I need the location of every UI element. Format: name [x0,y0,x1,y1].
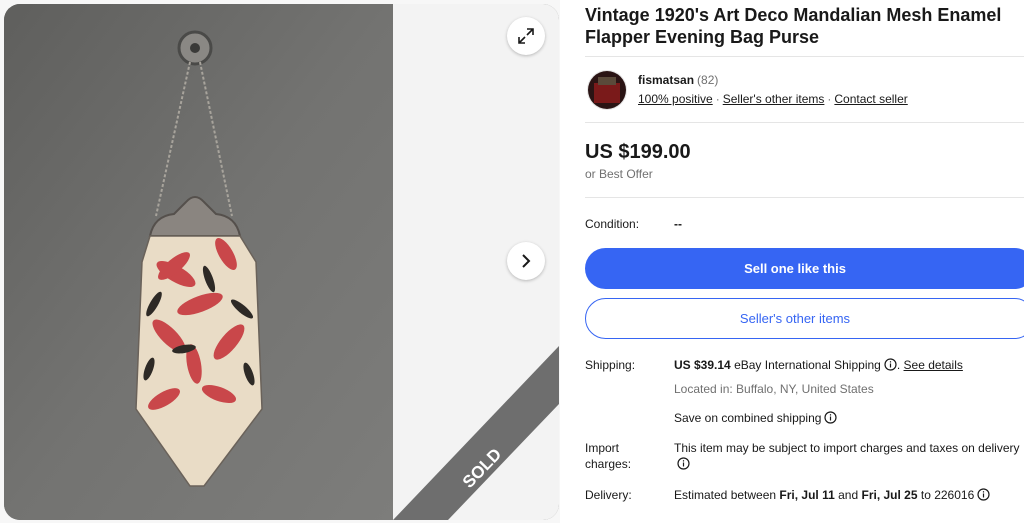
info-icon[interactable] [824,411,838,424]
sell-one-like-this-label: Sell one like this [744,261,846,276]
shipping-method: eBay International Shipping [734,358,881,372]
import-label-line2: charges: [585,457,632,471]
item-location: Located in: Buffalo, NY, United States [674,382,874,396]
price: US $199.00 [585,141,691,163]
seller-other-items-link[interactable]: Seller's other items [723,92,825,106]
seller-card: fismatsan (82) 100% positive · Seller's oth… [585,68,1024,112]
delivery-date-end: Fri, Jul 25 [861,488,918,502]
import-charges-label: Import charges: [585,440,631,472]
condition-value: -- [674,217,682,231]
seller-avatar[interactable] [587,70,627,110]
image-gallery: SOLD [0,0,560,523]
expand-button[interactable] [507,17,545,55]
separator: · [827,92,832,106]
seller-feedback-count: (82) [697,73,719,87]
divider [585,122,1024,123]
condition-label: Condition: [585,217,640,231]
item-title-line2: Flapper Evening Bag Purse [585,27,820,47]
see-details-link[interactable]: See details [904,358,963,372]
delivery-label: Delivery: [585,488,632,502]
seller-links: 100% positive · Seller's other items · Conta… [638,92,908,106]
chevron-right-icon [522,254,531,268]
shipping-row: US $39.14 eBay International Shipping. S… [674,358,963,372]
sellers-other-items-label: Seller's other items [739,311,851,326]
item-title: Vintage 1920's Art Deco Mandalian Mesh E… [585,4,1024,48]
info-icon[interactable] [677,457,690,470]
divider [585,56,1024,57]
expand-icon [518,28,534,44]
delivery-date-start: Fri, Jul 11 [779,488,835,502]
product-photo[interactable]: SOLD [4,4,559,520]
purse-image: SOLD [4,4,559,520]
positive-feedback-link[interactable]: 100% positive [638,92,713,106]
sellers-other-items-button[interactable]: Seller's other items [585,298,1024,339]
shipping-label: Shipping: [585,358,636,372]
seller-name[interactable]: fismatsan [638,73,694,87]
delivery-zip: to 226016 [920,488,975,502]
info-icon[interactable] [977,488,990,501]
shipping-cost: US $39.14 [674,358,731,372]
best-offer-text: or Best Offer [585,167,653,181]
info-icon[interactable] [884,358,897,371]
divider [585,197,1024,198]
combined-shipping-row: Save on combined shipping [674,410,838,426]
import-charges-text: This item may be subject to import charg… [674,441,1020,455]
combined-shipping-text: Save on combined shipping [674,411,822,425]
next-image-button[interactable] [507,242,545,280]
import-info-row [674,456,690,472]
delivery-prefix: Estimated between [674,488,777,502]
separator: · [715,92,720,106]
contact-seller-link[interactable]: Contact seller [834,92,907,106]
delivery-and: and [838,488,859,502]
import-label-line1: Import [585,441,620,455]
item-title-line1: Vintage 1920's Art Deco Mandalian Mesh E… [585,5,1002,25]
sell-one-like-this-button[interactable]: Sell one like this [585,248,1024,289]
delivery-row: Estimated between Fri, Jul 11 and Fri, J… [674,487,990,503]
seller-name-row: fismatsan (82) [638,73,718,87]
